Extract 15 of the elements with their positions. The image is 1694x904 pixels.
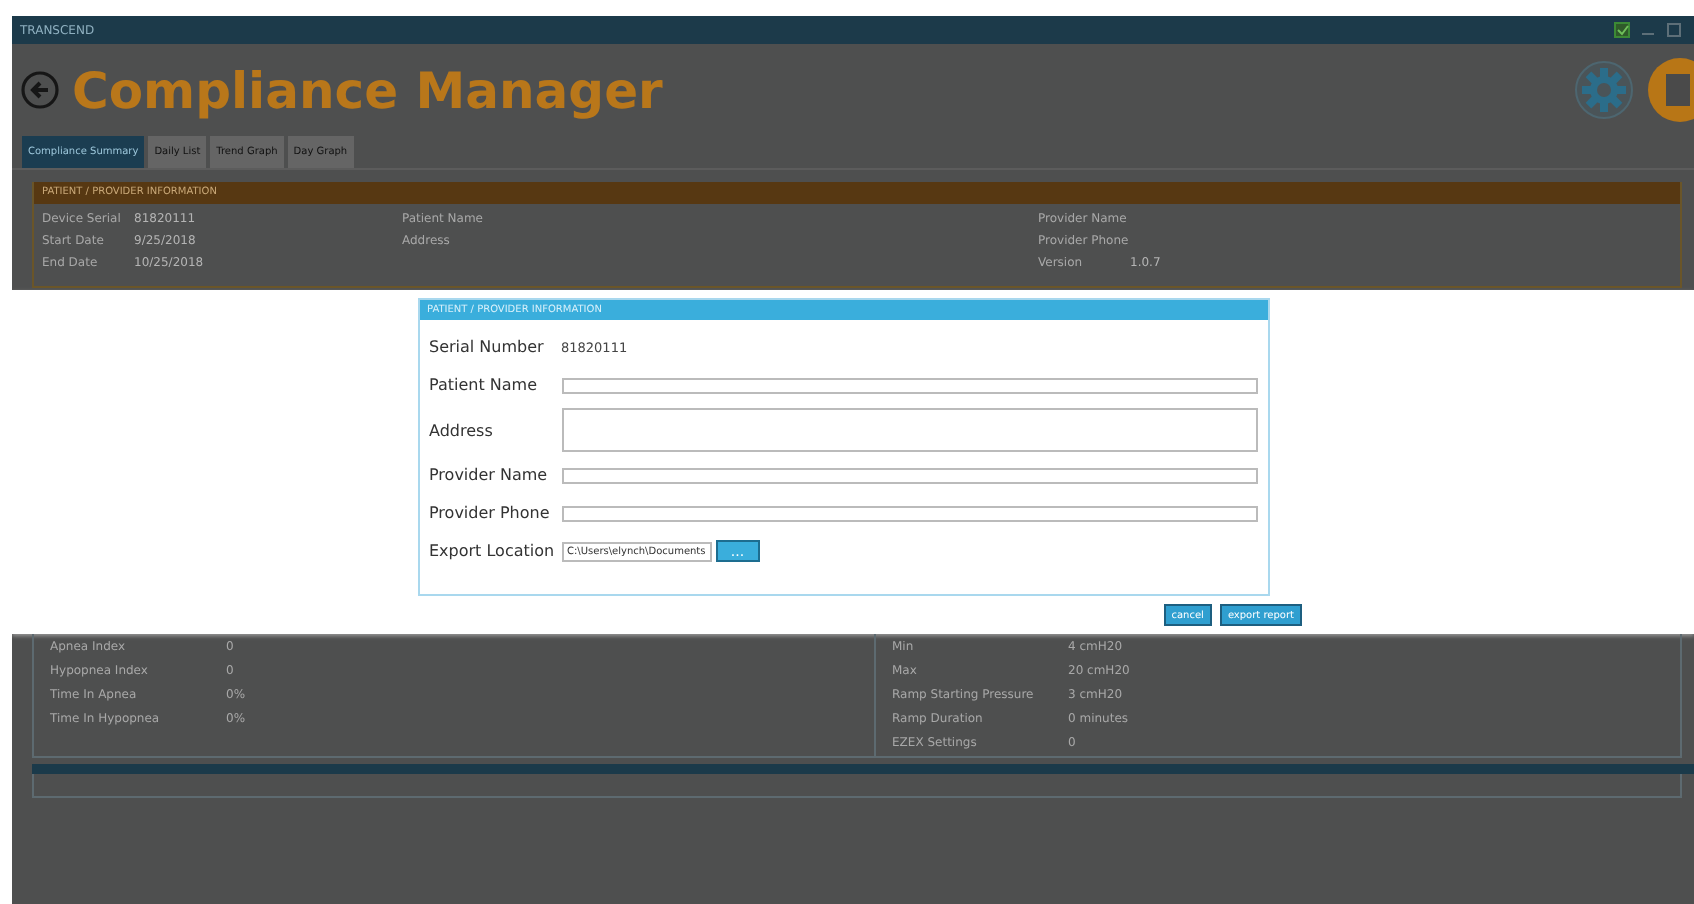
input-field[interactable] — [561, 377, 1257, 393]
input-field[interactable] — [561, 505, 1257, 521]
field-label: Patient Name — [429, 376, 539, 394]
field-label: Provider Phone — [429, 504, 552, 522]
field-label: Address — [429, 421, 495, 439]
address-field[interactable] — [561, 408, 1257, 452]
settings-icon[interactable] — [1574, 60, 1634, 120]
app-title: Compliance Manager — [72, 61, 663, 119]
document-icon[interactable] — [1646, 56, 1694, 124]
field-label: Serial Number — [429, 338, 546, 356]
input-field[interactable] — [561, 467, 1257, 483]
field-label: Provider Name — [429, 466, 550, 484]
maximize-icon[interactable] — [1666, 22, 1682, 38]
field-label: Export Location — [429, 542, 557, 560]
checkbox-icon[interactable] — [1614, 22, 1630, 38]
